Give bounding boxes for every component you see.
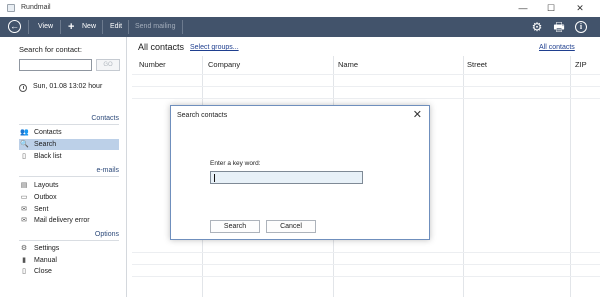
app-icon [7,4,15,12]
toolbar-divider [128,20,129,34]
plus-icon[interactable]: + [68,17,74,37]
cancel-button[interactable]: Cancel [266,220,316,233]
column-zip[interactable]: ZIP [575,60,587,69]
sidebar: Search for contact: GO Sun, 01.08 13:02 … [0,37,127,297]
layouts-icon: ▤ [20,181,28,189]
select-groups-link[interactable]: Select groups... [190,44,239,51]
column-number[interactable]: Number [139,60,166,69]
info-icon[interactable]: i [575,21,587,33]
row-divider [132,98,600,99]
print-icon[interactable]: 🖶 [551,19,567,35]
all-contacts-link[interactable]: All contacts [539,44,575,51]
main-toolbar: ← View + New Edit Send mailing ⚙ 🖶 i [0,17,600,37]
sidebar-item-mail-delivery-error[interactable]: ✉ Mail delivery error [19,215,119,226]
column-company[interactable]: Company [208,60,240,69]
search-contacts-dialog: Search contacts ✕ Enter a key word: Sear… [170,105,430,240]
sent-icon: ✉ [21,205,27,213]
contact-search-input[interactable] [19,59,92,71]
edit-button[interactable]: Edit [110,17,122,37]
keyword-input[interactable] [210,171,363,184]
column-divider [570,56,571,297]
window-close-button[interactable]: ✕ [566,2,594,14]
row-divider [132,276,600,277]
search-icon: 🔍 [20,140,29,148]
close-icon: ▯ [22,267,26,275]
sidebar-item-sent[interactable]: ✉ Sent [19,204,119,215]
row-divider [132,86,600,87]
column-divider [463,56,464,297]
section-contacts: Contacts [19,115,119,125]
gear-icon: ⚙ [20,244,28,252]
dialog-close-button[interactable]: ✕ [413,108,422,121]
outbox-icon: ▭ [20,193,28,201]
sidebar-item-manual[interactable]: ▮ Manual [19,255,119,266]
go-button[interactable]: GO [96,59,120,71]
mail-error-icon: ✉ [21,216,27,224]
sidebar-item-black-list[interactable]: ▯ Black list [19,151,119,162]
row-divider [132,252,600,253]
maximize-button[interactable]: ☐ [537,2,565,14]
sidebar-item-settings[interactable]: ⚙ Settings [19,243,119,254]
new-button[interactable]: New [82,17,96,37]
toolbar-divider [102,20,103,34]
view-button[interactable]: View [38,17,53,37]
section-emails: e-mails [19,167,119,177]
sidebar-item-search[interactable]: 🔍 Search [19,139,119,150]
row-divider [132,74,600,75]
dialog-title: Search contacts [177,112,228,119]
search-contact-label: Search for contact: [19,45,82,54]
back-button[interactable]: ← [8,20,21,33]
keyword-label: Enter a key word: [210,160,261,167]
row-divider [132,264,600,265]
page-title: All contacts [138,42,185,52]
window-title: Rundmail [21,4,51,11]
toolbar-divider [28,20,29,34]
gear-icon[interactable]: ⚙ [529,19,545,35]
column-street[interactable]: Street [467,60,487,69]
column-name[interactable]: Name [338,60,358,69]
manual-icon: ▮ [22,256,26,264]
section-options: Options [19,231,119,241]
clock-icon [19,84,27,92]
date-time: Sun, 01.08 13:02 hour [33,83,103,90]
text-cursor [214,174,215,182]
sidebar-item-layouts[interactable]: ▤ Layouts [19,180,119,191]
sidebar-item-close[interactable]: ▯ Close [19,266,119,277]
contacts-icon: 👥 [20,128,29,136]
search-button[interactable]: Search [210,220,260,233]
toolbar-divider [182,20,183,34]
send-mailing-button[interactable]: Send mailing [135,17,175,37]
minimize-button[interactable]: — [509,2,537,14]
sidebar-item-contacts[interactable]: 👥 Contacts [19,127,119,138]
blacklist-icon: ▯ [22,152,26,160]
sidebar-item-outbox[interactable]: ▭ Outbox [19,192,119,203]
toolbar-divider [60,20,61,34]
window-titlebar: Rundmail — ☐ ✕ [0,0,600,16]
